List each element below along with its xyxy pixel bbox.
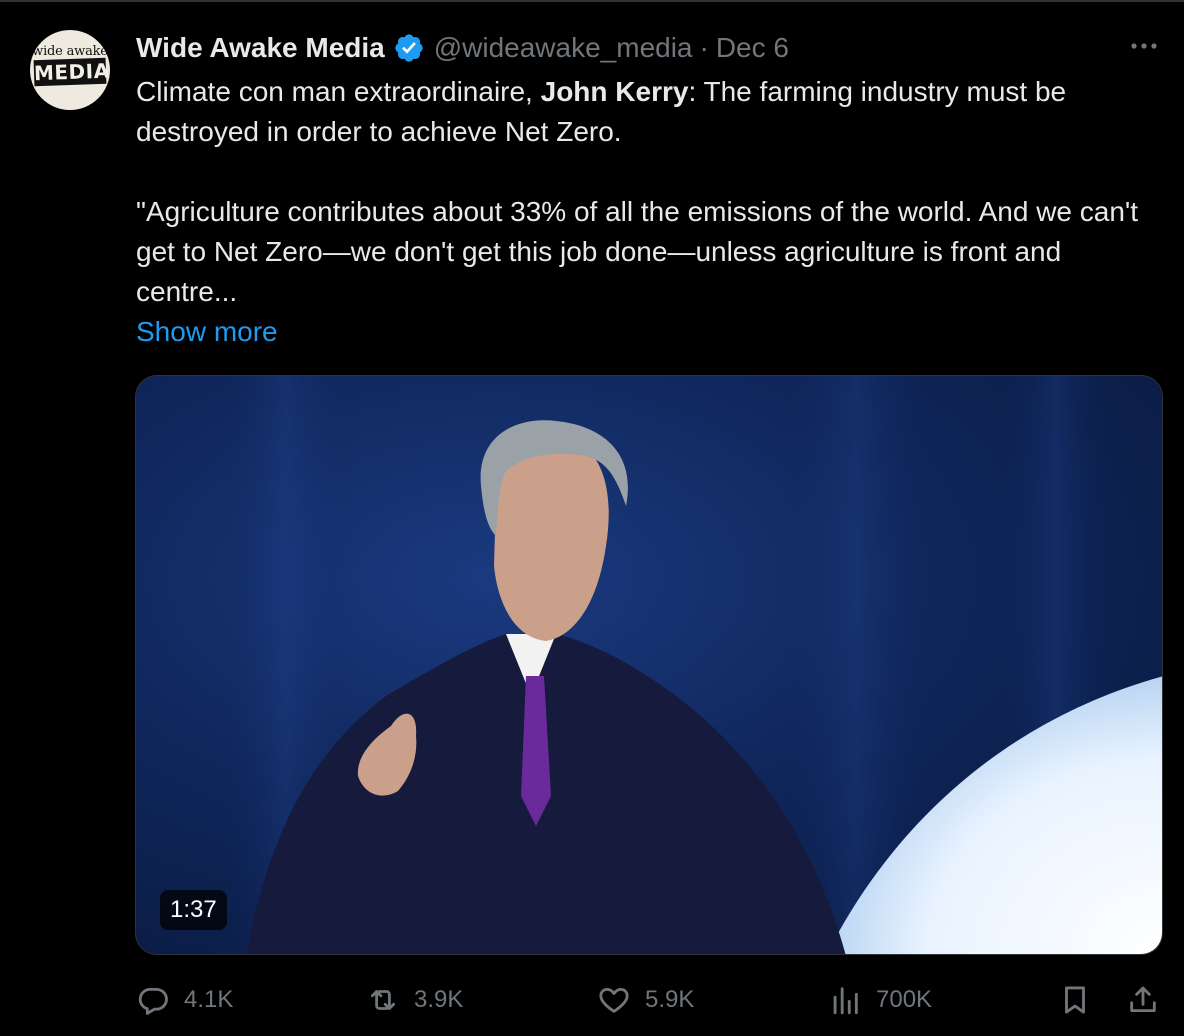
retweet-button[interactable]: 3.9K	[366, 978, 463, 1022]
tweet-quote: "Agriculture contributes about 33% of al…	[136, 196, 1139, 307]
action-bar: 4.1K 3.9K 5.9K 700K	[0, 978, 1184, 1022]
tweet-text-intro: Climate con man extraordinaire,	[136, 76, 541, 107]
avatar-text-bottom: MEDIA	[33, 57, 110, 87]
tweet-text: Climate con man extraordinaire, John Ker…	[136, 72, 1166, 312]
reply-count: 4.1K	[184, 986, 234, 1013]
retweet-icon	[370, 990, 396, 1010]
avatar[interactable]: wide awake MEDIA	[30, 30, 110, 110]
verified-badge-icon[interactable]	[393, 32, 425, 64]
share-icon	[1130, 986, 1156, 1013]
reply-button[interactable]: 4.1K	[136, 978, 233, 1022]
like-button[interactable]: 5.9K	[597, 978, 694, 1022]
video-duration-badge: 1:37	[160, 890, 227, 930]
heart-icon	[599, 987, 629, 1013]
analytics-icon	[833, 987, 858, 1015]
bookmark-button[interactable]	[1058, 978, 1092, 1022]
tweet-text-bold-name: John Kerry	[540, 76, 689, 107]
video-player[interactable]	[135, 375, 1163, 955]
video-thumbnail	[216, 376, 1162, 954]
tweet-text-line-1: Climate con man extraordinaire, John Ker…	[136, 72, 1166, 152]
top-divider	[0, 0, 1184, 2]
show-more-link[interactable]: Show more	[136, 312, 278, 352]
separator-dot: ·	[699, 32, 709, 63]
view-count: 700K	[876, 986, 933, 1013]
tweet-date[interactable]: Dec 6	[716, 32, 789, 64]
retweet-count: 3.9K	[414, 986, 464, 1013]
more-options-icon[interactable]	[1124, 34, 1164, 58]
like-count: 5.9K	[645, 986, 695, 1013]
views-button[interactable]: 700K	[828, 978, 932, 1022]
reply-icon	[138, 987, 168, 1015]
tweet-header: Wide Awake Media @wideawake_media · Dec …	[136, 30, 789, 66]
avatar-text-top: wide awake	[32, 44, 108, 59]
display-name[interactable]: Wide Awake Media	[136, 32, 385, 64]
share-button[interactable]	[1126, 978, 1160, 1022]
handle[interactable]: @wideawake_media	[434, 32, 693, 64]
bookmark-icon	[1065, 986, 1085, 1014]
